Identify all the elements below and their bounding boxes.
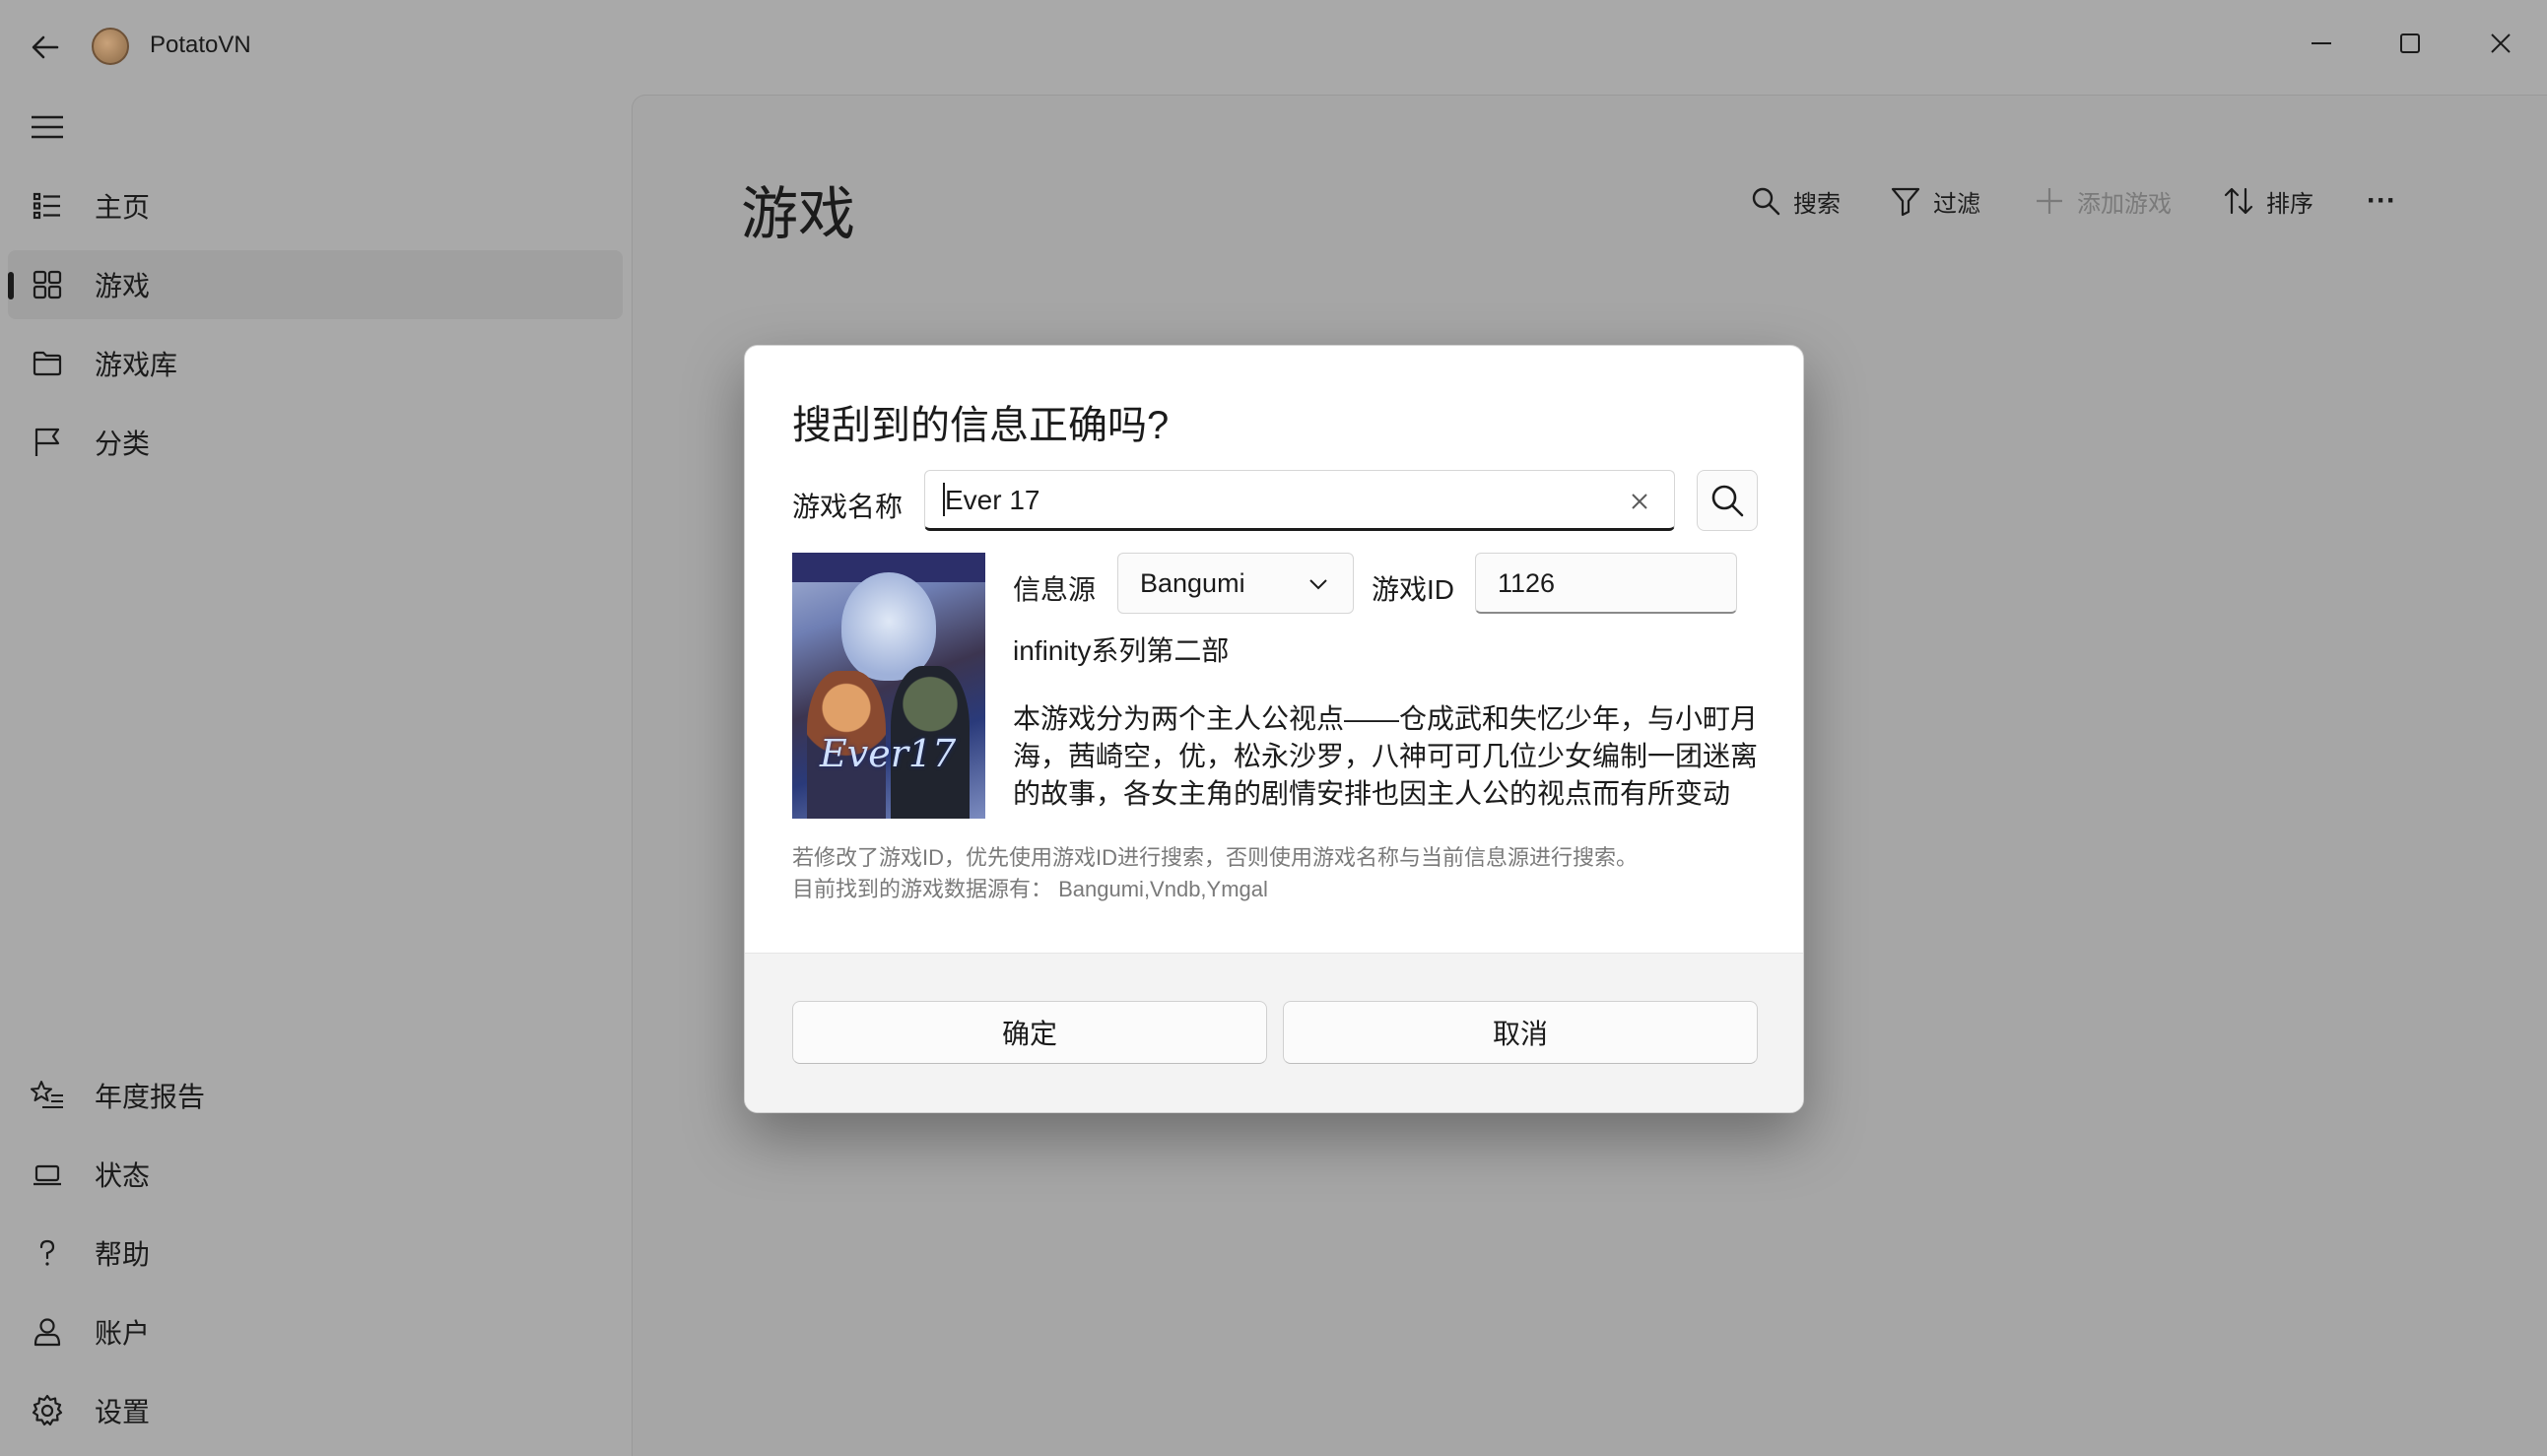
cancel-button[interactable]: 取消: [1283, 1001, 1758, 1064]
grid-icon: [30, 267, 65, 302]
sidebar-item-help[interactable]: 帮助: [8, 1219, 623, 1288]
info-source-value: Bangumi: [1140, 568, 1245, 598]
game-cover-image: Ever17: [792, 553, 985, 819]
game-description: 本游戏分为两个主人公视点——仓成武和失忆少年，与小町月海，茜崎空，优，松永沙罗，…: [1013, 703, 1759, 809]
sidebar-item-label: 游戏库: [95, 350, 178, 380]
sidebar-item-category[interactable]: 分类: [8, 408, 623, 477]
sidebar-item-label: 设置: [95, 1397, 151, 1427]
search-hint: 若修改了游戏ID，优先使用游戏ID进行搜索，否则使用游戏名称与当前信息源进行搜索…: [792, 842, 1777, 905]
sidebar-item-label: 主页: [95, 192, 151, 223]
sort-command-label: 排序: [2266, 190, 2313, 218]
sidebar-item-label: 帮助: [95, 1239, 151, 1270]
game-subtitle: infinity系列第二部: [1013, 635, 1230, 666]
list-icon: [30, 188, 65, 224]
sidebar-item-label: 分类: [95, 429, 151, 459]
folder-icon: [30, 346, 65, 381]
laptop-icon: [30, 1157, 65, 1192]
sort-command[interactable]: 排序: [2223, 179, 2313, 223]
flag-icon: [30, 425, 65, 460]
app-logo-icon: [92, 28, 129, 65]
dialog-title: 搜刮到的信息正确吗?: [792, 404, 1170, 447]
sidebar-item-label: 账户: [95, 1318, 151, 1349]
game-id-value: 1126: [1498, 568, 1556, 598]
selection-indicator: [8, 272, 14, 299]
sidebar-item-label: 游戏: [95, 271, 151, 301]
add-game-command[interactable]: 添加游戏: [2034, 179, 2172, 223]
maximize-button[interactable]: [2380, 14, 2440, 73]
sidebar-item-label: 状态: [95, 1160, 151, 1191]
confirm-button[interactable]: 确定: [792, 1001, 1267, 1064]
sidebar-item-settings[interactable]: 设置: [8, 1376, 623, 1445]
sidebar-item-label: 年度报告: [95, 1082, 206, 1112]
cover-logo-text: Ever17: [820, 732, 957, 775]
game-name-value: Ever 17: [945, 485, 1040, 515]
back-arrow-icon[interactable]: [28, 30, 63, 65]
sidebar-item-account[interactable]: 账户: [8, 1297, 623, 1366]
title-bar: PotatoVN: [0, 0, 2547, 95]
person-icon: [30, 1314, 65, 1350]
search-command-label: 搜索: [1793, 190, 1841, 218]
add-game-command-label: 添加游戏: [2077, 190, 2172, 218]
sidebar-item-annual-report[interactable]: 年度报告: [8, 1061, 623, 1130]
star-list-icon: [30, 1078, 65, 1113]
clear-icon[interactable]: [1625, 487, 1654, 516]
close-icon: [2491, 33, 2511, 53]
more-options-button[interactable]: ···: [2367, 179, 2396, 223]
sort-icon: [2224, 187, 2253, 215]
info-source-label: 信息源: [1013, 574, 1097, 605]
scrape-confirm-dialog: 搜刮到的信息正确吗? 游戏名称 Ever 17 Ever17 信息源 Bangu…: [744, 345, 1804, 1113]
minimize-button[interactable]: [2292, 14, 2351, 73]
search-icon: [1711, 485, 1744, 517]
game-id-input[interactable]: 1126: [1475, 553, 1737, 614]
game-id-label: 游戏ID: [1372, 574, 1455, 605]
help-icon: [30, 1235, 65, 1271]
plus-icon: [2037, 188, 2062, 214]
search-hint-line: 若修改了游戏ID，优先使用游戏ID进行搜索，否则使用游戏名称与当前信息源进行搜索…: [792, 845, 1639, 870]
search-icon: [1752, 187, 1780, 216]
close-window-button[interactable]: [2471, 14, 2530, 73]
dialog-footer: 确定 取消: [745, 953, 1803, 1112]
filter-command-label: 过滤: [1933, 190, 1980, 218]
hamburger-icon[interactable]: [30, 112, 65, 142]
game-name-input[interactable]: Ever 17: [924, 470, 1675, 531]
search-button[interactable]: [1697, 470, 1758, 531]
sidebar-item-home[interactable]: 主页: [8, 171, 623, 240]
sidebar-item-games[interactable]: 游戏: [8, 250, 623, 319]
page-title: 游戏: [741, 182, 856, 246]
app-title: PotatoVN: [150, 32, 251, 58]
data-sources-line: 目前找到的游戏数据源有： Bangumi,Vndb,Ymgal: [792, 877, 1268, 901]
sidebar-item-library[interactable]: 游戏库: [8, 329, 623, 398]
gear-icon: [30, 1393, 65, 1428]
filter-command[interactable]: 过滤: [1890, 179, 1980, 223]
chevron-down-icon: [1309, 579, 1327, 590]
minimize-icon: [2312, 42, 2331, 44]
info-source-select[interactable]: Bangumi: [1117, 553, 1354, 614]
sidebar-item-status[interactable]: 状态: [8, 1140, 623, 1209]
more-icon: ···: [2367, 184, 2396, 217]
maximize-icon: [2400, 33, 2420, 53]
game-name-label: 游戏名称: [792, 492, 904, 522]
filter-icon: [1891, 187, 1920, 217]
search-command[interactable]: 搜索: [1750, 179, 1841, 223]
